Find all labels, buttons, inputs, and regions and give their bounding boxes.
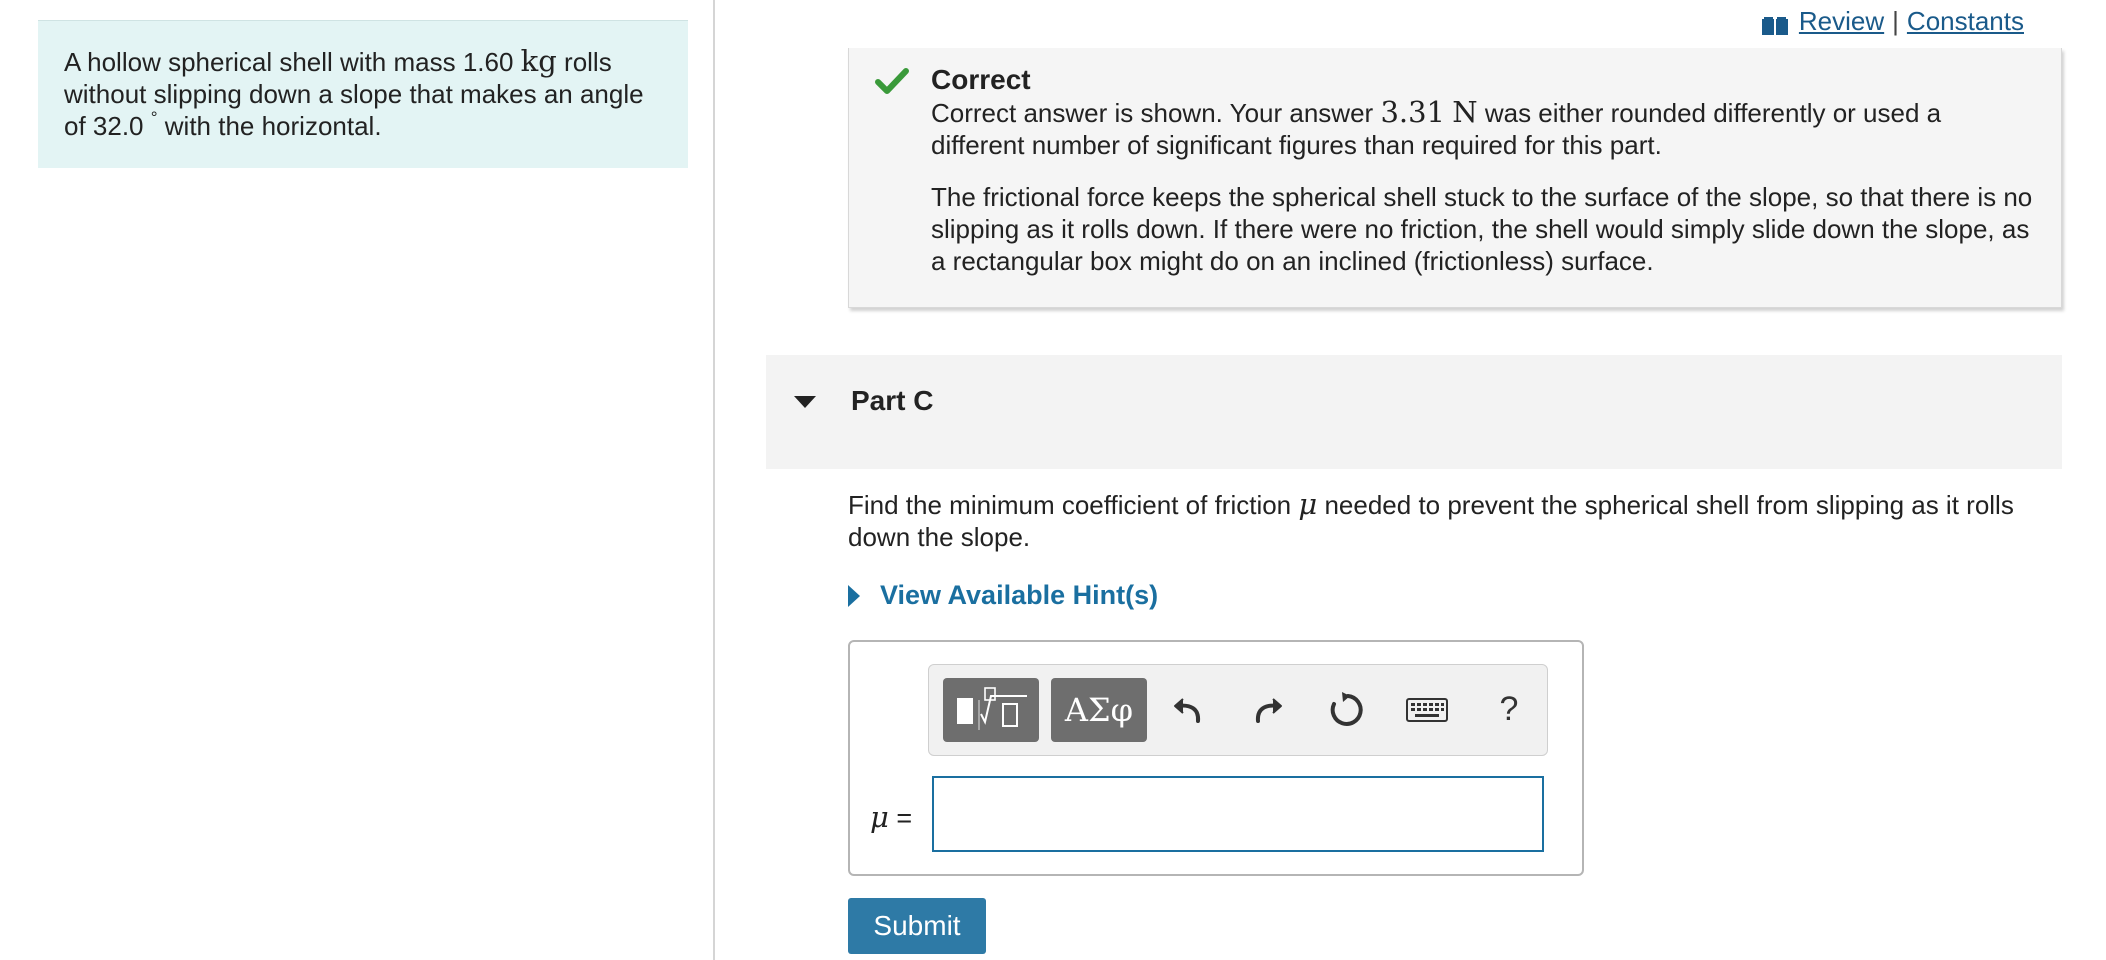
keyboard-icon[interactable] [1403,689,1451,729]
answer-value: 3.31 [1380,95,1446,129]
column-divider [713,0,715,960]
greek-symbols-button[interactable]: ΑΣφ [1051,678,1147,742]
mass-unit: kg [520,44,557,78]
constants-link[interactable]: Constants [1907,6,2024,37]
feedback-message: Correct answer is shown. Your answer 3.3… [931,96,2041,161]
book-icon [1761,12,1789,35]
check-icon [875,66,909,96]
review-link[interactable]: Review [1799,6,1884,37]
link-separator: | [1892,6,1899,36]
feedback-text-part: Correct answer is shown. Your answer [931,98,1381,128]
redo-icon[interactable] [1247,689,1287,729]
templates-icon [957,687,1027,730]
answer-unit: N [1452,95,1478,129]
expand-caret-icon [848,584,860,607]
answer-box: ΑΣφ ? μ = [848,640,1584,876]
feedback-box: Correct Correct answer is shown. Your an… [848,48,2062,308]
question-text: Find the minimum coefficient of friction… [848,488,2048,553]
view-hints-toggle[interactable]: View Available Hint(s) [848,580,1158,611]
collapse-caret-icon[interactable] [794,396,816,408]
hints-label: View Available Hint(s) [880,580,1159,610]
top-links: Review | Constants [1761,6,2024,37]
mu-symbol: μ [1298,487,1318,521]
problem-text-part: A hollow spherical shell with mass 1.60 [64,47,521,77]
answer-variable: μ [870,800,889,834]
submit-button[interactable]: Submit [848,898,986,954]
page: A hollow spherical shell with mass 1.60 … [0,0,2106,960]
equals-sign: = [888,803,913,833]
answer-input[interactable] [932,776,1544,852]
problem-statement-panel: A hollow spherical shell with mass 1.60 … [38,20,688,168]
question-text-part: Find the minimum coefficient of friction [848,490,1299,520]
feedback-title: Correct [931,64,1031,95]
answer-variable-label: μ = [870,800,912,834]
part-title: Part C [851,385,934,416]
feedback-content: Correct Correct answer is shown. Your an… [931,64,2041,277]
templates-button[interactable] [943,678,1039,742]
feedback-explanation: The frictional force keeps the spherical… [931,182,2033,276]
degree-symbol: ° [150,108,158,127]
undo-icon[interactable] [1169,689,1209,729]
part-c-header[interactable]: Part C [766,355,2062,469]
reset-icon[interactable] [1325,689,1365,729]
problem-text: A hollow spherical shell with mass 1.60 … [64,45,662,142]
math-toolbar: ΑΣφ ? [928,664,1548,756]
help-button[interactable]: ? [1489,689,1529,729]
problem-text-part: with the horizontal. [157,111,382,141]
